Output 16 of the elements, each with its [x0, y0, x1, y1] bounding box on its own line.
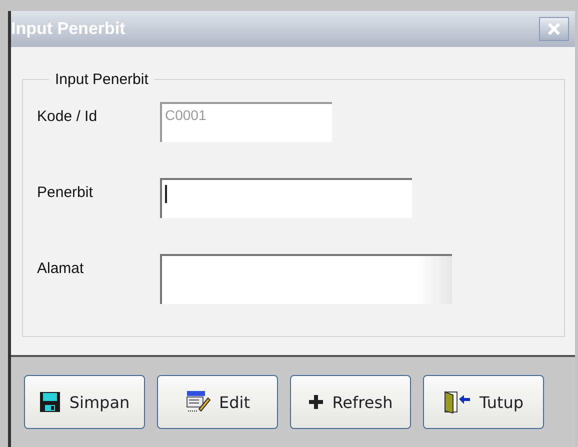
- window-title: Input Penerbit: [11, 19, 126, 39]
- text-area[interactable]: [160, 254, 452, 304]
- close-button[interactable]: [539, 17, 569, 41]
- group-title: Input Penerbit: [54, 71, 150, 88]
- edit-form-icon: [185, 390, 211, 414]
- input-field[interactable]: [160, 178, 412, 218]
- close-icon: [548, 23, 560, 35]
- action-button[interactable]: Edit: [157, 375, 278, 429]
- field-label: Kode / Id: [37, 107, 98, 125]
- field-label: Alamat: [37, 259, 85, 277]
- plus-icon: [308, 394, 324, 410]
- action-button[interactable]: Tutup: [423, 375, 544, 429]
- field-label: Penerbit: [37, 183, 94, 201]
- exit-door-icon: [443, 390, 472, 414]
- action-button[interactable]: Simpan: [24, 375, 145, 429]
- action-button[interactable]: Refresh: [290, 375, 411, 429]
